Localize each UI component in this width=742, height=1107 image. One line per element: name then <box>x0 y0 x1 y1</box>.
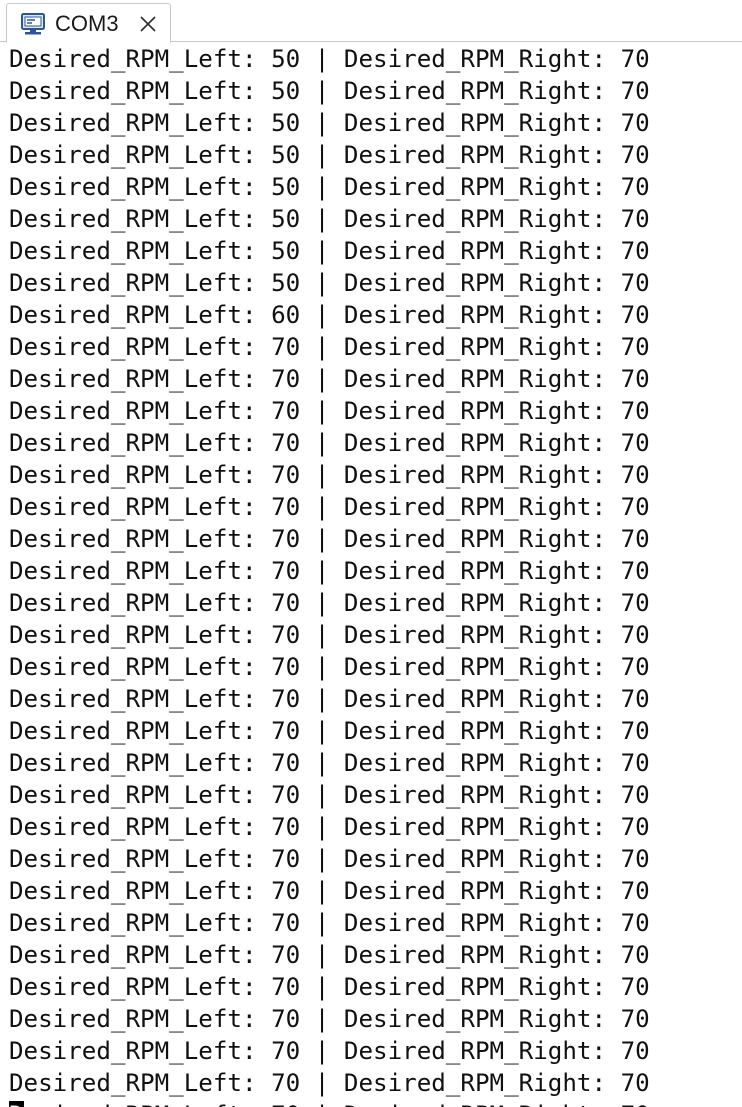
console-line: Desired_RPM_Left: 70 | Desired_RPM_Right… <box>9 653 650 681</box>
console-line: Desired_RPM_Left: 70 | Desired_RPM_Right… <box>9 973 650 1001</box>
terminal-monitor-icon <box>20 11 46 37</box>
text-cursor: D <box>9 1101 24 1107</box>
close-icon[interactable] <box>138 14 158 34</box>
console-line: Desired_RPM_Left: 70 | Desired_RPM_Right… <box>9 429 650 457</box>
console-line: Desired_RPM_Left: 70 | Desired_RPM_Right… <box>9 877 650 905</box>
tab-com3[interactable]: COM3 <box>6 3 171 43</box>
console-line: Desired_RPM_Left: 70 | Desired_RPM_Right… <box>9 525 650 553</box>
console-line: Desired_RPM_Left: 70 | Desired_RPM_Right… <box>9 365 650 393</box>
console-line: Desired_RPM_Left: 50 | Desired_RPM_Right… <box>9 237 650 265</box>
console-line: Desired_RPM_Left: 70 | Desired_RPM_Right… <box>9 749 650 777</box>
console-line: Desired_RPM_Left: 70 | Desired_RPM_Right… <box>9 1037 650 1065</box>
console-line: Desired_RPM_Left: 50 | Desired_RPM_Right… <box>9 77 650 105</box>
console-line: Desired_RPM_Left: 70 | Desired_RPM_Right… <box>9 941 650 969</box>
console-line: Desired_RPM_Left: 70 | Desired_RPM_Right… <box>9 1005 650 1033</box>
console-line: Desired_RPM_Left: 70 | Desired_RPM_Right… <box>9 685 650 713</box>
console-line: Desired_RPM_Left: 50 | Desired_RPM_Right… <box>9 45 650 73</box>
console-line: Desired_RPM_Left: 70 | Desired_RPM_Right… <box>9 589 650 617</box>
console-line: Desired_RPM_Left: 70 | Desired_RPM_Right… <box>9 461 650 489</box>
console-line: Desired_RPM_Left: 50 | Desired_RPM_Right… <box>9 205 650 233</box>
console-line: Desired_RPM_Left: 70 | Desired_RPM_Right… <box>9 397 650 425</box>
console-line: Desired_RPM_Left: 50 | Desired_RPM_Right… <box>9 173 650 201</box>
console-line: Desired_RPM_Left: 70 | Desired_RPM_Right… <box>9 557 650 585</box>
console-line: Desired_RPM_Left: 50 | Desired_RPM_Right… <box>9 109 650 137</box>
console-line-current: Desired_RPM_Left: 70 | Desired_RPM_Right… <box>9 1099 650 1107</box>
serial-output-console[interactable]: Desired_RPM_Left: 50 | Desired_RPM_Right… <box>0 43 742 1107</box>
tab-bar: COM3 <box>0 0 742 43</box>
console-line: Desired_RPM_Left: 70 | Desired_RPM_Right… <box>9 717 650 745</box>
console-line: Desired_RPM_Left: 70 | Desired_RPM_Right… <box>9 909 650 937</box>
tab-title: COM3 <box>55 11 119 36</box>
console-line: Desired_RPM_Left: 70 | Desired_RPM_Right… <box>9 333 650 361</box>
console-line: Desired_RPM_Left: 70 | Desired_RPM_Right… <box>9 493 650 521</box>
console-line: Desired_RPM_Left: 50 | Desired_RPM_Right… <box>9 269 650 297</box>
console-line: Desired_RPM_Left: 70 | Desired_RPM_Right… <box>9 813 650 841</box>
console-line: Desired_RPM_Left: 50 | Desired_RPM_Right… <box>9 141 650 169</box>
console-line: Desired_RPM_Left: 60 | Desired_RPM_Right… <box>9 301 650 329</box>
console-line: Desired_RPM_Left: 70 | Desired_RPM_Right… <box>9 621 650 649</box>
serial-monitor-window: COM3 Desired_RPM_Left: 50 | Desired_RPM_… <box>0 0 742 1107</box>
console-line: Desired_RPM_Left: 70 | Desired_RPM_Right… <box>9 1069 650 1097</box>
console-line: Desired_RPM_Left: 70 | Desired_RPM_Right… <box>9 781 650 809</box>
console-line: Desired_RPM_Left: 70 | Desired_RPM_Right… <box>9 845 650 873</box>
console-line-text: esired_RPM_Left: 70 | Desired_RPM_Right:… <box>24 1101 650 1107</box>
